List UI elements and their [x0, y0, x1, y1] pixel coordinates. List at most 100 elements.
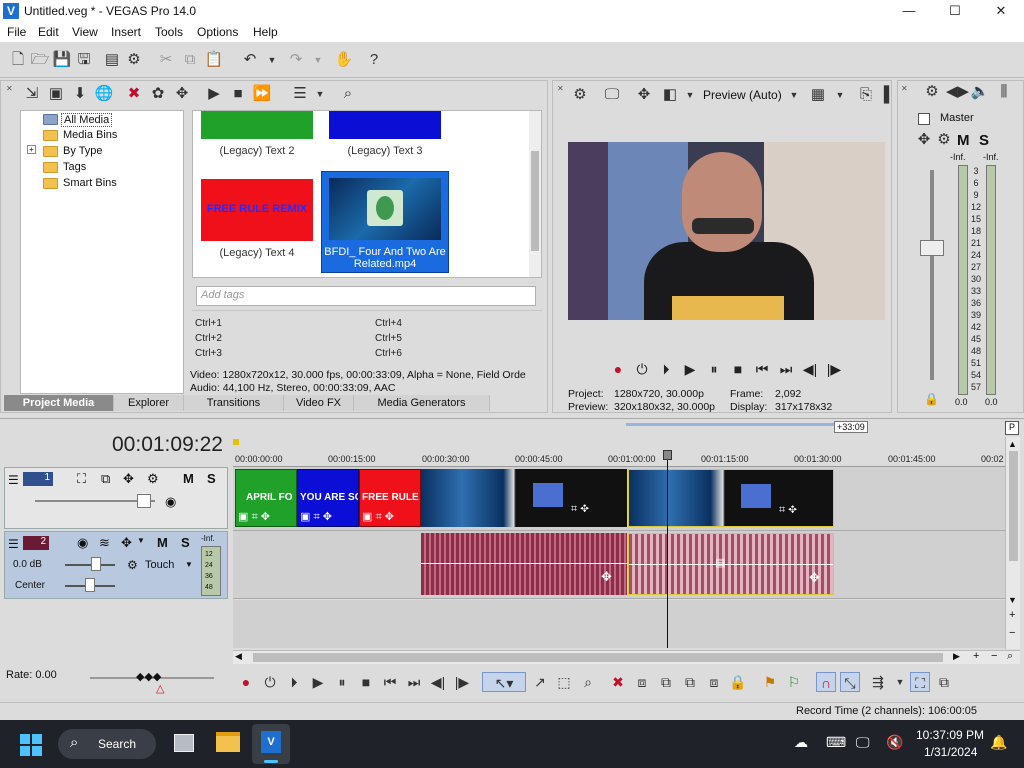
- tree-item-tags[interactable]: Tags: [63, 161, 86, 173]
- automation-icon[interactable]: ⚙: [127, 558, 138, 572]
- scroll-thumb[interactable]: [253, 653, 943, 662]
- properties-icon[interactable]: ⚙: [124, 50, 144, 70]
- insert-marker-icon[interactable]: ⚑: [760, 672, 780, 692]
- video-clip-text4[interactable]: FREE RULE ▣ ⌗ ✥: [359, 469, 421, 527]
- tree-item-by-type[interactable]: By Type: [63, 145, 103, 157]
- empty-track-area[interactable]: [233, 600, 1005, 648]
- views-dropdown-icon[interactable]: ▼: [310, 84, 330, 104]
- mixer-icon[interactable]: ⫼: [994, 82, 1014, 102]
- vertical-scrollbar[interactable]: ▲ ▼ + −: [1005, 437, 1020, 649]
- auto-crossfade-icon[interactable]: ⤡: [840, 672, 860, 692]
- redo-icon[interactable]: ↷: [286, 50, 306, 70]
- save-snapshot-icon[interactable]: ▐: [874, 85, 894, 105]
- track-solo-button[interactable]: S: [207, 471, 216, 486]
- collapse-track-icon[interactable]: ☰: [8, 473, 19, 487]
- trim-icon[interactable]: ⧈: [632, 672, 652, 692]
- track-fx-icon[interactable]: ✥: [121, 535, 132, 551]
- master-checkbox[interactable]: [918, 113, 930, 125]
- copy-icon[interactable]: ⧉: [180, 50, 200, 70]
- remove-media-icon[interactable]: ✖: [124, 84, 144, 104]
- record-icon[interactable]: ●: [608, 360, 628, 378]
- video-clip-bfdi-2[interactable]: ⌗ ✥: [628, 469, 834, 527]
- clip-pan-crop-icon[interactable]: ▣ ⌗ ✥: [238, 510, 270, 524]
- paste-icon[interactable]: 📋: [204, 50, 224, 70]
- video-track-header[interactable]: ☰ 1 ⛶ ⧉ ✥ ⚙ M S ◉: [4, 467, 228, 529]
- expand-by-type-icon[interactable]: +: [27, 145, 36, 154]
- trim-start-icon[interactable]: ⧉: [656, 672, 676, 692]
- save-icon[interactable]: 💾: [52, 50, 72, 70]
- tab-explorer[interactable]: Explorer: [114, 395, 184, 411]
- master-fader-track[interactable]: [930, 170, 934, 380]
- lock-event-icon[interactable]: 🔒: [728, 672, 748, 692]
- whats-this-help-icon[interactable]: ?: [364, 50, 384, 70]
- scroll-thumb[interactable]: [1009, 451, 1018, 561]
- go-to-start-icon[interactable]: ⏮: [380, 672, 400, 692]
- ripple-dropdown-icon[interactable]: ▼: [890, 672, 910, 692]
- previous-frame-icon[interactable]: ◀|: [800, 360, 820, 378]
- pane-grip-icon[interactable]: ✕: [901, 84, 908, 93]
- capture-video-icon[interactable]: ▣: [46, 84, 66, 104]
- playhead[interactable]: [667, 452, 668, 648]
- audio-fx-icon[interactable]: ✥: [601, 569, 612, 585]
- get-media-icon[interactable]: ⬇: [70, 84, 90, 104]
- envelope-tool-icon[interactable]: ↗: [530, 672, 550, 692]
- preview-properties-icon[interactable]: ⚙: [570, 85, 590, 105]
- close-button[interactable]: ✕: [978, 1, 1024, 21]
- maximize-button[interactable]: ☐: [932, 1, 978, 21]
- taskbar-search-box[interactable]: ⌕ Search: [58, 729, 156, 759]
- scroll-up-icon[interactable]: ▲: [1008, 439, 1017, 449]
- invert-phase-icon[interactable]: ≋: [99, 535, 110, 551]
- play-icon[interactable]: ▶: [680, 360, 700, 378]
- web-icon[interactable]: 🌐: [94, 84, 114, 104]
- horizontal-scrollbar[interactable]: ◀ ▶ + − ⌕: [233, 650, 1020, 664]
- snapping-icon[interactable]: ∩: [816, 672, 836, 692]
- media-fx-icon[interactable]: ✿: [148, 84, 168, 104]
- vegas-taskbar-icon[interactable]: V: [252, 724, 290, 764]
- pause-icon[interactable]: ⏸: [704, 360, 724, 378]
- file-explorer-icon[interactable]: [216, 732, 240, 752]
- keyboard-icon[interactable]: ⌨: [826, 734, 846, 751]
- track-settings-icon[interactable]: ⚙: [147, 471, 159, 487]
- tab-project-media[interactable]: Project Media: [4, 395, 114, 411]
- menu-options[interactable]: Options: [197, 25, 238, 39]
- undo-icon[interactable]: ↶: [240, 50, 260, 70]
- zoom-edit-tool-icon[interactable]: ⌕: [578, 672, 598, 692]
- audio-pan-icon[interactable]: ▤: [715, 556, 725, 569]
- pause-icon[interactable]: ⏸: [332, 672, 352, 692]
- overlays-dropdown-icon[interactable]: ▼: [830, 85, 850, 105]
- display-icon[interactable]: 🖵: [856, 734, 870, 751]
- video-clip-text2[interactable]: APRIL FO ▣ ⌗ ✥: [235, 469, 297, 527]
- preview-quality[interactable]: Preview (Auto): [703, 88, 782, 102]
- media-thumb-text2[interactable]: [201, 111, 313, 139]
- previous-frame-icon[interactable]: ◀|: [428, 672, 448, 692]
- stop-icon[interactable]: ■: [728, 360, 748, 378]
- media-properties-icon[interactable]: ✥: [172, 84, 192, 104]
- open-icon[interactable]: 🗁: [30, 50, 50, 70]
- lock-icon[interactable]: 🔒: [924, 392, 939, 406]
- go-to-start-icon[interactable]: ⏮: [752, 360, 772, 378]
- mute-button[interactable]: M: [957, 132, 970, 149]
- zoom-tool-icon[interactable]: ⌕: [1007, 650, 1013, 663]
- redo-dropdown-icon[interactable]: ▼: [308, 50, 328, 70]
- menu-edit[interactable]: Edit: [38, 25, 59, 39]
- master-properties-icon[interactable]: ⚙: [922, 82, 942, 102]
- cut-icon[interactable]: ✂: [156, 50, 176, 70]
- media-thumb-text4[interactable]: FREE RULE REMIX: [201, 179, 313, 241]
- add-tags-field[interactable]: Add tags: [196, 286, 536, 306]
- notifications-icon[interactable]: 🔔: [990, 734, 1007, 751]
- audio-fx-icon[interactable]: ✥: [809, 570, 820, 586]
- menu-view[interactable]: View: [72, 25, 98, 39]
- split-dropdown-icon[interactable]: ▼: [680, 85, 700, 105]
- downmix-icon[interactable]: ◀▶: [946, 82, 969, 102]
- scroll-left-icon[interactable]: ◀: [235, 651, 242, 662]
- scroll-right-icon[interactable]: ▶: [953, 651, 960, 662]
- zoom-in-horizontal-icon[interactable]: −: [991, 650, 997, 662]
- menu-tools[interactable]: Tools: [155, 25, 183, 39]
- pan-slider-handle[interactable]: [85, 578, 95, 592]
- solo-button[interactable]: S: [979, 132, 989, 149]
- record-icon[interactable]: ●: [236, 672, 256, 692]
- insert-region-icon[interactable]: ⚐: [784, 672, 804, 692]
- media-item-selected[interactable]: BFDI_ Four And Two Are Related.mp4: [321, 171, 449, 273]
- loop-playback-icon[interactable]: ⏻: [632, 360, 652, 378]
- compositing-icon[interactable]: ⧉: [101, 471, 110, 487]
